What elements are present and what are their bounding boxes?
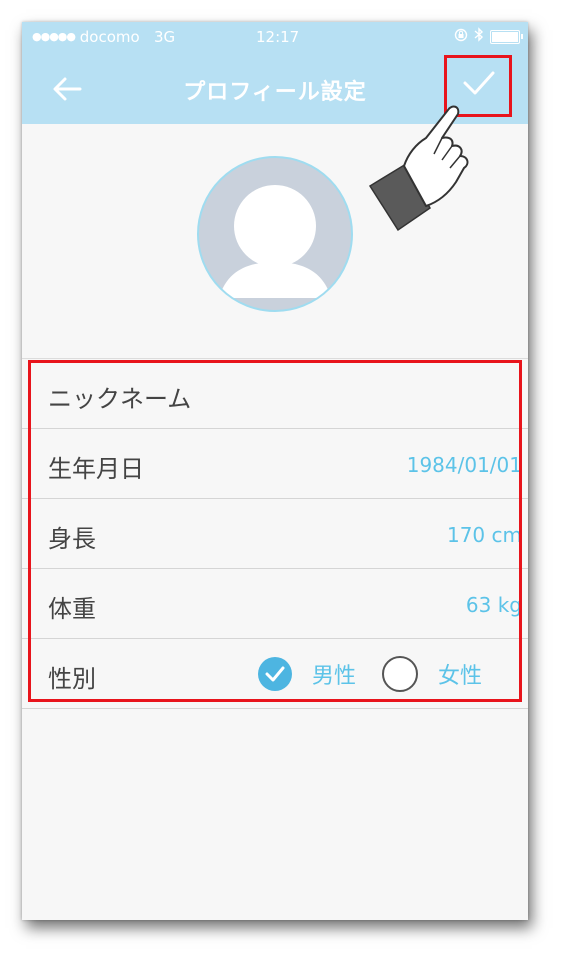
status-bar: ●●●●● docomo 3G 12:17 [22, 22, 528, 52]
birthdate-row[interactable]: 生年月日 1984/01/01 [22, 429, 528, 499]
gender-female-label[interactable]: 女性 [438, 658, 482, 690]
nickname-row[interactable]: ニックネーム [22, 359, 528, 429]
weight-label: 体重 [48, 595, 96, 623]
status-left: ●●●●● docomo 3G [32, 28, 175, 46]
radio-checked-icon [265, 666, 285, 682]
profile-avatar[interactable] [197, 156, 353, 312]
nickname-label: ニックネーム [48, 385, 192, 413]
height-row[interactable]: 身長 170 cm [22, 499, 528, 569]
bluetooth-icon [474, 27, 484, 46]
orientation-lock-icon [454, 28, 468, 46]
checkmark-icon [463, 71, 495, 95]
carrier-name: docomo [79, 28, 140, 46]
battery-icon [490, 29, 523, 44]
gender-female-radio[interactable] [382, 656, 419, 692]
birthdate-label: 生年月日 [48, 455, 144, 483]
gender-row: 性別 男性 女性 [22, 639, 528, 709]
signal-strength: ●●●●● [32, 30, 76, 43]
gender-options: 男性 女性 [258, 656, 482, 692]
height-label: 身長 [48, 525, 96, 553]
gender-label: 性別 [48, 665, 96, 693]
weight-row[interactable]: 体重 63 kg [22, 569, 528, 639]
pointing-hand-icon [368, 105, 469, 232]
gender-male-radio[interactable] [258, 657, 292, 691]
gender-male-label[interactable]: 男性 [312, 658, 356, 690]
status-icons [454, 27, 523, 46]
weight-value: 63 kg [465, 593, 522, 617]
birthdate-value: 1984/01/01 [406, 453, 522, 477]
height-value: 170 cm [446, 523, 522, 547]
network-type: 3G [154, 28, 176, 46]
user-avatar-icon [219, 185, 331, 298]
profile-form: ニックネーム 生年月日 1984/01/01 身長 170 cm 体重 63 k… [22, 358, 528, 709]
status-time: 12:17 [256, 28, 300, 46]
